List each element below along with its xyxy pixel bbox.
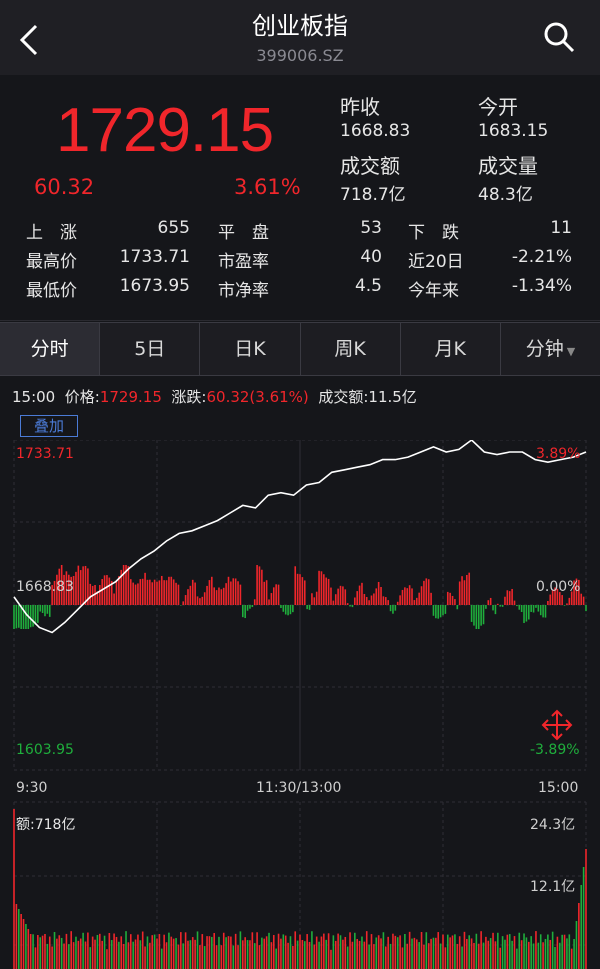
fullscreen-expand-icon[interactable] <box>540 708 574 742</box>
quote-panel: 1729.15 60.32 3.61% 昨收 1668.83 今开 1683.1… <box>0 75 600 321</box>
search-icon[interactable] <box>542 20 576 54</box>
y-bot-label: 1603.95 <box>16 742 74 758</box>
stats-row-3: 最低价 1673.95 市净率 4.5 今年来 -1.34% <box>26 276 572 301</box>
stock-code: 399006.SZ <box>256 46 344 65</box>
page-title: 创业板指 <box>252 12 348 40</box>
y-top-label: 1733.71 <box>16 446 74 462</box>
prev-close: 昨收 1668.83 <box>340 95 411 141</box>
price-change: 60.32 <box>34 175 95 199</box>
tab-monthly-k[interactable]: 月K <box>401 323 501 375</box>
pct-mid-label: 0.00% <box>536 579 581 595</box>
open-price: 今开 1683.15 <box>478 95 549 141</box>
x-label-noon: 11:30/13:00 <box>256 780 342 796</box>
tab-5day[interactable]: 5日 <box>100 323 201 375</box>
tab-intraday[interactable]: 分时 <box>0 323 101 375</box>
app-header: 创业板指 399006.SZ <box>0 0 600 75</box>
stats-row-1: 上 涨 655 平 盘 53 下 跌 11 <box>26 218 572 243</box>
chart-tabs: 分时 5日 日K 周K 月K 分钟 ▼ <box>0 322 600 376</box>
intraday-chart[interactable] <box>0 440 600 969</box>
dropdown-caret-icon: ▼ <box>566 345 576 358</box>
price-change-pct: 3.61% <box>234 175 301 199</box>
tab-weekly-k[interactable]: 周K <box>301 323 401 375</box>
volume-top-label: 24.3亿 <box>530 817 576 833</box>
x-label-open: 9:30 <box>16 780 48 796</box>
crosshair-info: 15:00 价格:1729.15 涨跌:60.32(3.61%) 成交额:11.… <box>12 388 417 406</box>
y-mid-label: 1668.83 <box>16 579 74 595</box>
pct-bot-label: -3.89% <box>530 742 580 758</box>
overlay-button[interactable]: 叠加 <box>20 415 78 437</box>
pct-top-label: 3.89% <box>536 446 581 462</box>
volume-total-label: 额:718亿 <box>16 817 76 833</box>
turnover-amount: 成交额 718.7亿 <box>340 154 406 205</box>
tab-minute[interactable]: 分钟 ▼ <box>501 323 600 375</box>
x-label-close: 15:00 <box>538 780 579 796</box>
last-price: 1729.15 <box>56 96 274 165</box>
volume-mid-label: 12.1亿 <box>530 879 576 895</box>
tab-daily-k[interactable]: 日K <box>200 323 301 375</box>
turnover-volume: 成交量 48.3亿 <box>478 154 538 205</box>
stats-row-2: 最高价 1733.71 市盈率 40 近20日 -2.21% <box>26 247 572 272</box>
